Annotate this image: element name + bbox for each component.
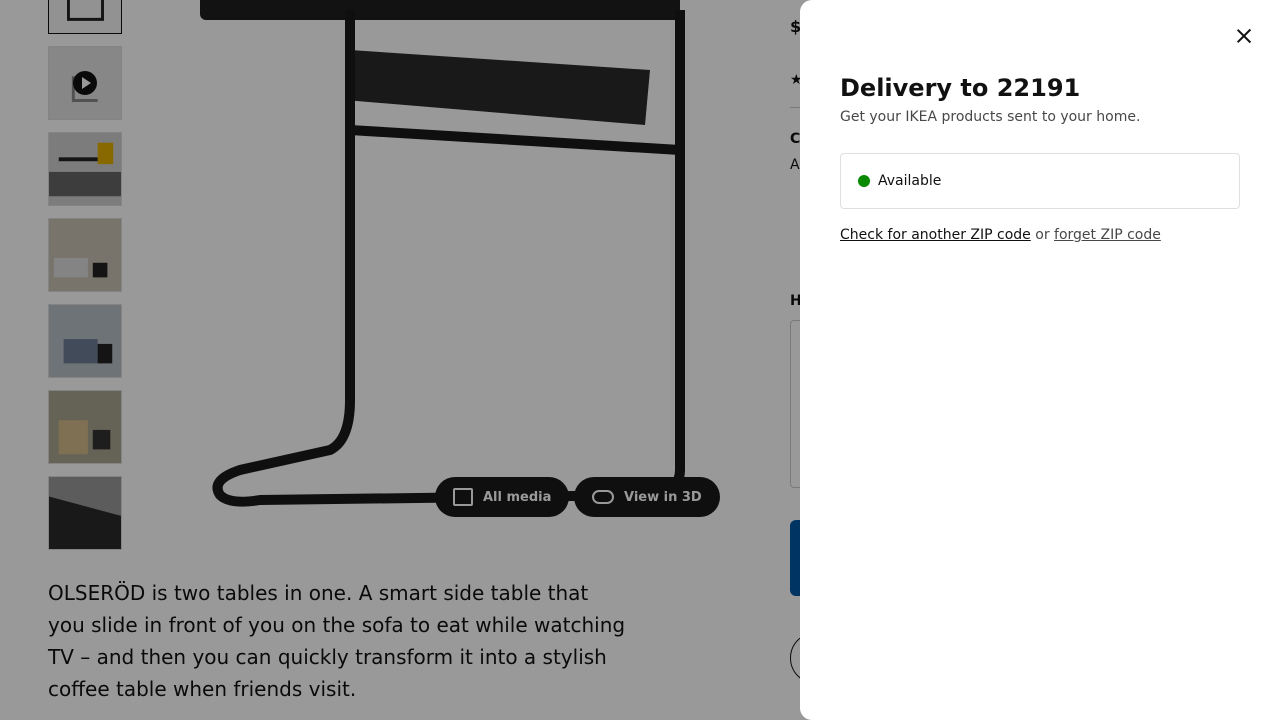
status-dot-icon bbox=[858, 175, 870, 187]
forget-zip-link[interactable]: forget ZIP code bbox=[1054, 227, 1161, 243]
availability-status: Available bbox=[878, 173, 942, 189]
or-text: or bbox=[1030, 227, 1055, 243]
modal-title: Delivery to 22191 bbox=[840, 74, 1081, 102]
delivery-modal bbox=[800, 0, 1280, 720]
check-another-zip-link[interactable]: Check for another ZIP code bbox=[840, 227, 1031, 243]
close-icon[interactable] bbox=[1232, 24, 1256, 48]
availability-card: Available bbox=[840, 153, 1240, 209]
zip-links: Check for another ZIP code or forget ZIP… bbox=[840, 227, 1161, 243]
modal-subtitle: Get your IKEA products sent to your home… bbox=[840, 109, 1141, 125]
